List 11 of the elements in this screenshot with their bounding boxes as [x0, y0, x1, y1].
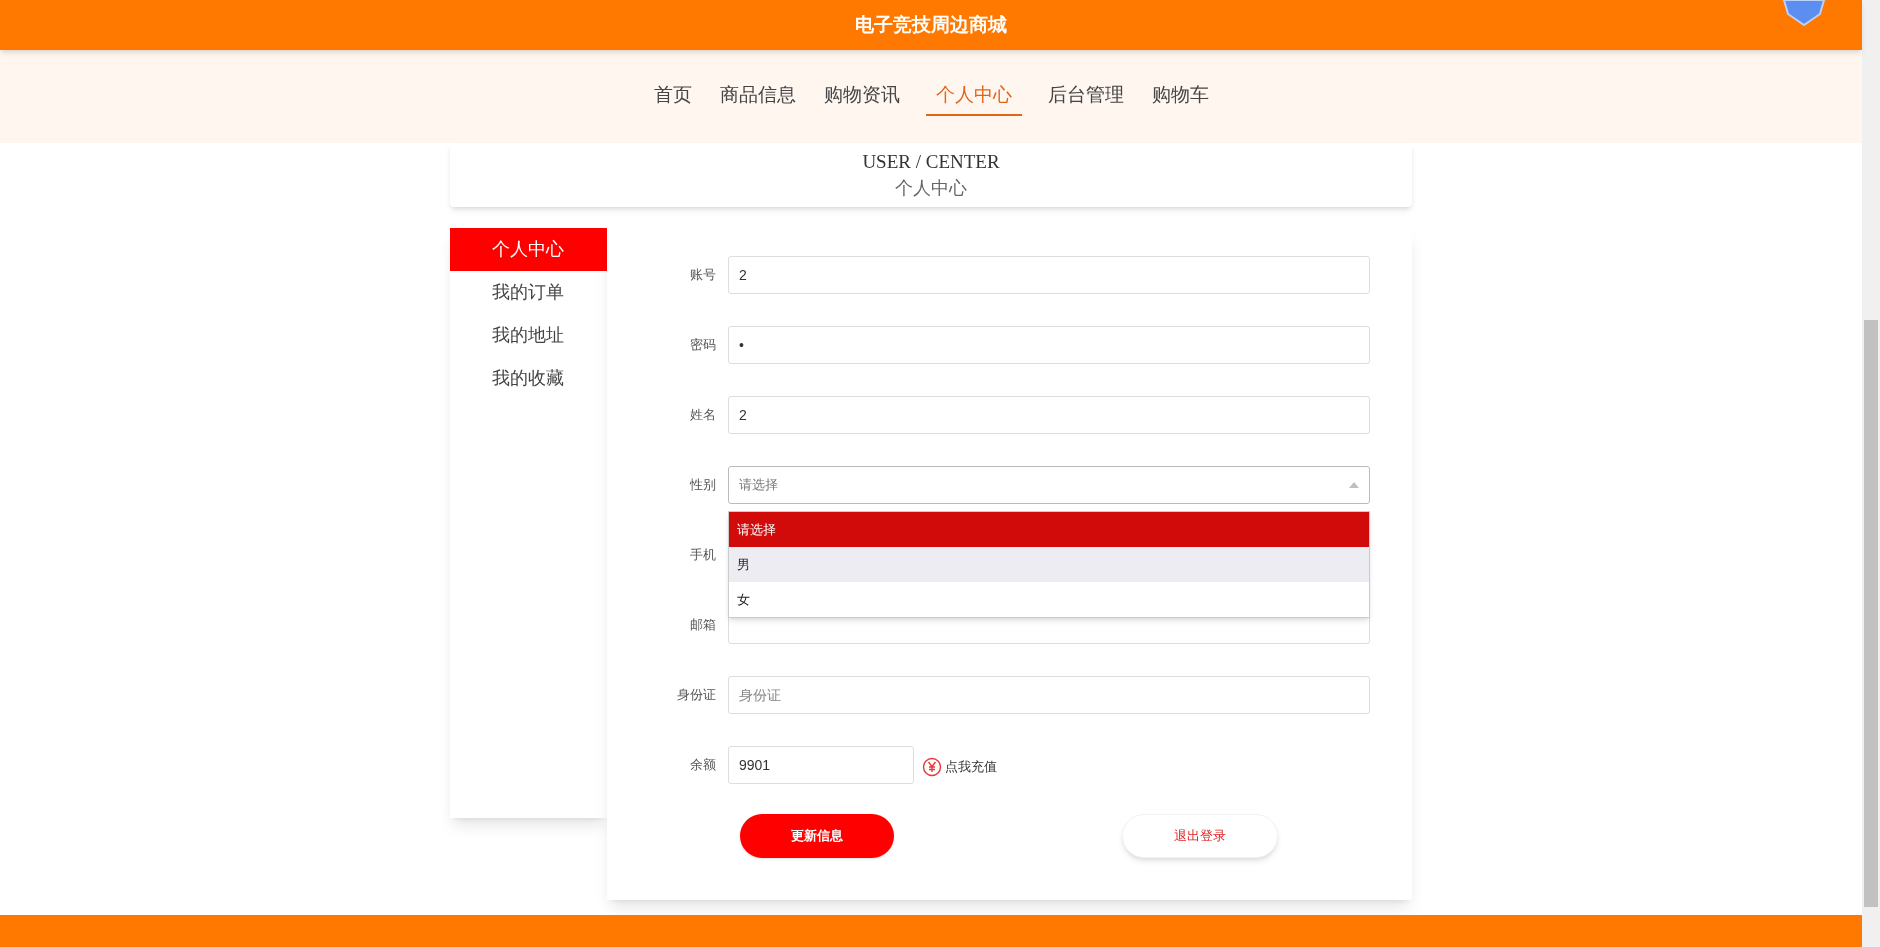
field-label: 姓名 [689, 406, 717, 425]
field-label: 性别 [689, 476, 717, 495]
field-label: 手机 [689, 546, 717, 565]
field-label: 账号 [689, 266, 717, 285]
page-subtitle: 个人中心 [895, 177, 967, 200]
field-label: 邮箱 [689, 616, 717, 635]
field-label: 身份证 [676, 686, 717, 705]
page-title: USER / CENTER [862, 150, 1000, 174]
field-label: 密码 [689, 336, 717, 355]
field-label: 余额 [689, 756, 717, 775]
site-title: 电子竞技周边商城 [855, 12, 1007, 37]
